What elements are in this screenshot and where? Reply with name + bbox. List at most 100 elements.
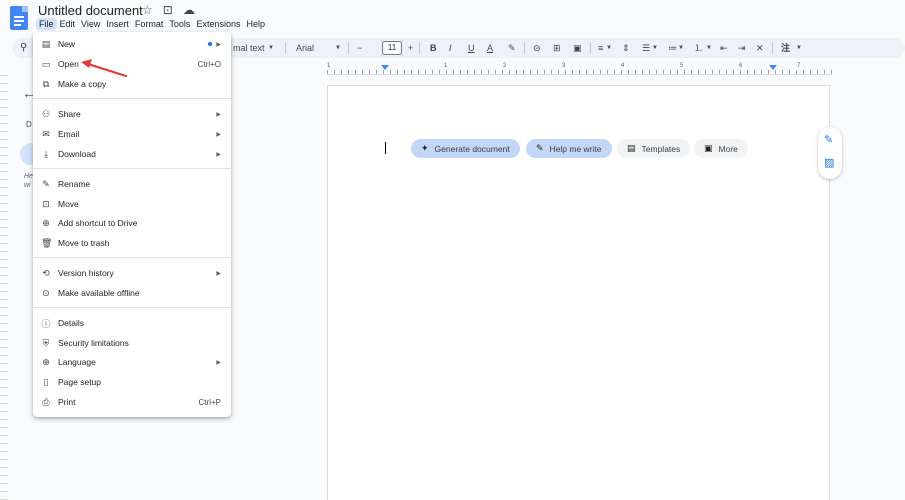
insert-image-generate-icon[interactable]: ▨ <box>824 156 834 169</box>
menu-item-version-history[interactable]: ⟲ Version history ▶ <box>33 264 231 282</box>
italic-button[interactable]: I <box>449 38 452 58</box>
info-icon: ⓘ <box>41 318 51 329</box>
menu-tools[interactable]: Tools <box>166 18 193 30</box>
email-icon: ✉ <box>42 128 50 139</box>
globe-icon: ⊕ <box>42 356 50 367</box>
menu-item-make-available-offline[interactable]: ⊙ Make available offline <box>33 284 231 302</box>
cloud-status-icon[interactable]: ☁ <box>183 3 195 17</box>
menu-item-new[interactable]: ▤ New ▶ <box>33 35 231 53</box>
download-icon: ⤓ <box>44 148 48 159</box>
underline-button[interactable]: U <box>468 38 475 58</box>
panel-help-text: He wi <box>24 173 33 189</box>
menu-item-rename[interactable]: ✎ Rename <box>33 175 231 193</box>
menu-edit[interactable]: Edit <box>57 18 79 30</box>
increase-font-size-button[interactable]: + <box>408 38 413 58</box>
bold-button[interactable]: B <box>430 38 437 58</box>
search-menus-icon[interactable]: ⚲ <box>20 38 27 58</box>
printer-icon: ⎙ <box>42 396 50 407</box>
annotation-arrow-icon <box>81 59 128 78</box>
styles-chevron-icon[interactable]: ▼ <box>268 38 274 58</box>
menu-item-page-setup[interactable]: ▯ Page setup <box>33 373 231 391</box>
rename-pencil-icon: ✎ <box>42 178 50 189</box>
trash-icon: 🗑 <box>41 237 53 248</box>
new-indicator-dot <box>208 42 212 46</box>
vertical-ruler <box>0 75 8 500</box>
templates-icon: ▤ <box>627 143 636 153</box>
page-setup-icon: ▯ <box>43 376 49 387</box>
menu-item-email[interactable]: ✉ Email ▶ <box>33 125 231 143</box>
submenu-arrow-icon: ▶ <box>216 111 221 118</box>
clear-formatting-icon[interactable]: ✕ <box>756 38 764 58</box>
more-chip[interactable]: ▣ More <box>694 139 748 158</box>
submenu-arrow-icon: ▶ <box>216 131 221 138</box>
menu-item-download[interactable]: ⤓ Download ▶ <box>33 145 231 163</box>
highlight-icon[interactable]: ✎ <box>508 38 516 58</box>
docs-logo-icon[interactable] <box>10 6 28 30</box>
font-chevron-icon[interactable]: ▼ <box>335 38 341 58</box>
add-comment-icon[interactable]: ⊞ <box>553 38 561 58</box>
menu-file[interactable]: File <box>36 18 57 30</box>
line-spacing-icon[interactable]: ⇕ <box>622 38 630 58</box>
decrease-indent-icon[interactable]: ⇤ <box>720 38 728 58</box>
horizontal-ruler[interactable]: 1 1 2 3 4 5 6 7 <box>327 63 832 75</box>
submenu-arrow-icon: ▶ <box>216 151 221 158</box>
more-icon: ▣ <box>704 143 713 153</box>
decrease-font-size-button[interactable]: − <box>357 38 362 58</box>
sparkle-icon: ✦ <box>421 143 429 153</box>
new-doc-icon: ▤ <box>41 38 51 49</box>
menu-item-print[interactable]: ⎙ Print Ctrl+P <box>33 393 231 411</box>
shortcut-text: Ctrl+P <box>198 397 221 407</box>
menu-item-security-limitations[interactable]: ⛨ Security limitations <box>33 334 231 352</box>
help-me-write-chip[interactable]: ✎ Help me write <box>526 139 612 158</box>
menu-item-share[interactable]: ⚇ Share ▶ <box>33 105 231 123</box>
bulleted-list-icon[interactable]: ≔ <box>668 38 677 58</box>
insert-link-icon[interactable]: ⊝ <box>533 38 541 58</box>
shortcut-text: Ctrl+O <box>197 59 221 69</box>
menu-view[interactable]: View <box>78 18 103 30</box>
numbered-list-icon[interactable]: ⒈ <box>694 38 703 58</box>
menu-item-move[interactable]: ⊡ Move <box>33 195 231 213</box>
offline-icon: ⊙ <box>42 287 50 298</box>
document-title[interactable]: Untitled document <box>38 3 143 18</box>
menu-format[interactable]: Format <box>132 18 167 30</box>
menu-item-language[interactable]: ⊕ Language ▶ <box>33 353 231 371</box>
generate-document-chip[interactable]: ✦ Generate document <box>411 139 520 158</box>
menu-item-open[interactable]: ▭ Open Ctrl+O <box>33 55 231 73</box>
menu-item-move-to-trash[interactable]: 🗑 Move to trash <box>33 234 231 252</box>
folder-open-icon: ▭ <box>41 58 51 69</box>
submenu-arrow-icon: ▶ <box>216 270 221 277</box>
text-color-button[interactable]: A <box>487 38 493 58</box>
text-cursor <box>385 142 386 154</box>
shield-icon: ⛨ <box>42 337 50 348</box>
annotate-icon[interactable]: 注 <box>781 38 790 58</box>
insert-image-icon[interactable]: ▣ <box>573 38 582 58</box>
checklist-icon[interactable]: ☰ <box>642 38 650 58</box>
increase-indent-icon[interactable]: ⇥ <box>738 38 746 58</box>
history-icon: ⟲ <box>42 267 50 278</box>
menu-extensions[interactable]: Extensions <box>193 18 243 30</box>
star-icon[interactable]: ☆ <box>142 3 153 17</box>
submenu-arrow-icon: ▶ <box>216 41 221 48</box>
copy-icon: ⧉ <box>42 78 50 89</box>
drive-shortcut-icon: ⊕ <box>42 217 50 228</box>
panel-heading: D <box>26 120 32 129</box>
menu-item-add-shortcut[interactable]: ⊕ Add shortcut to Drive <box>33 214 231 232</box>
font-size-input[interactable]: 11 <box>382 41 402 55</box>
move-folder-icon: ⊡ <box>42 198 50 209</box>
menu-insert[interactable]: Insert <box>103 18 132 30</box>
menu-item-make-a-copy[interactable]: ⧉ Make a copy <box>33 75 231 93</box>
templates-chip[interactable]: ▤ Templates <box>617 139 691 158</box>
align-icon[interactable]: ≡ <box>598 38 603 58</box>
gemini-write-icon[interactable]: ✎ <box>824 133 833 146</box>
title-icons: ☆ ⊡ ☁ <box>142 3 195 17</box>
menu-help[interactable]: Help <box>243 18 268 30</box>
font-dropdown[interactable]: Arial <box>296 38 314 58</box>
styles-dropdown[interactable]: mal text <box>233 38 265 58</box>
submenu-arrow-icon: ▶ <box>216 359 221 366</box>
file-menu: ▤ New ▶ ▭ Open Ctrl+O ⧉ Make a copy ⚇ Sh… <box>33 32 231 417</box>
move-folder-icon[interactable]: ⊡ <box>163 3 173 17</box>
left-indent-marker[interactable] <box>381 65 389 70</box>
menu-item-details[interactable]: ⓘ Details <box>33 314 231 332</box>
right-indent-marker[interactable] <box>769 65 777 70</box>
share-person-icon: ⚇ <box>41 108 51 119</box>
